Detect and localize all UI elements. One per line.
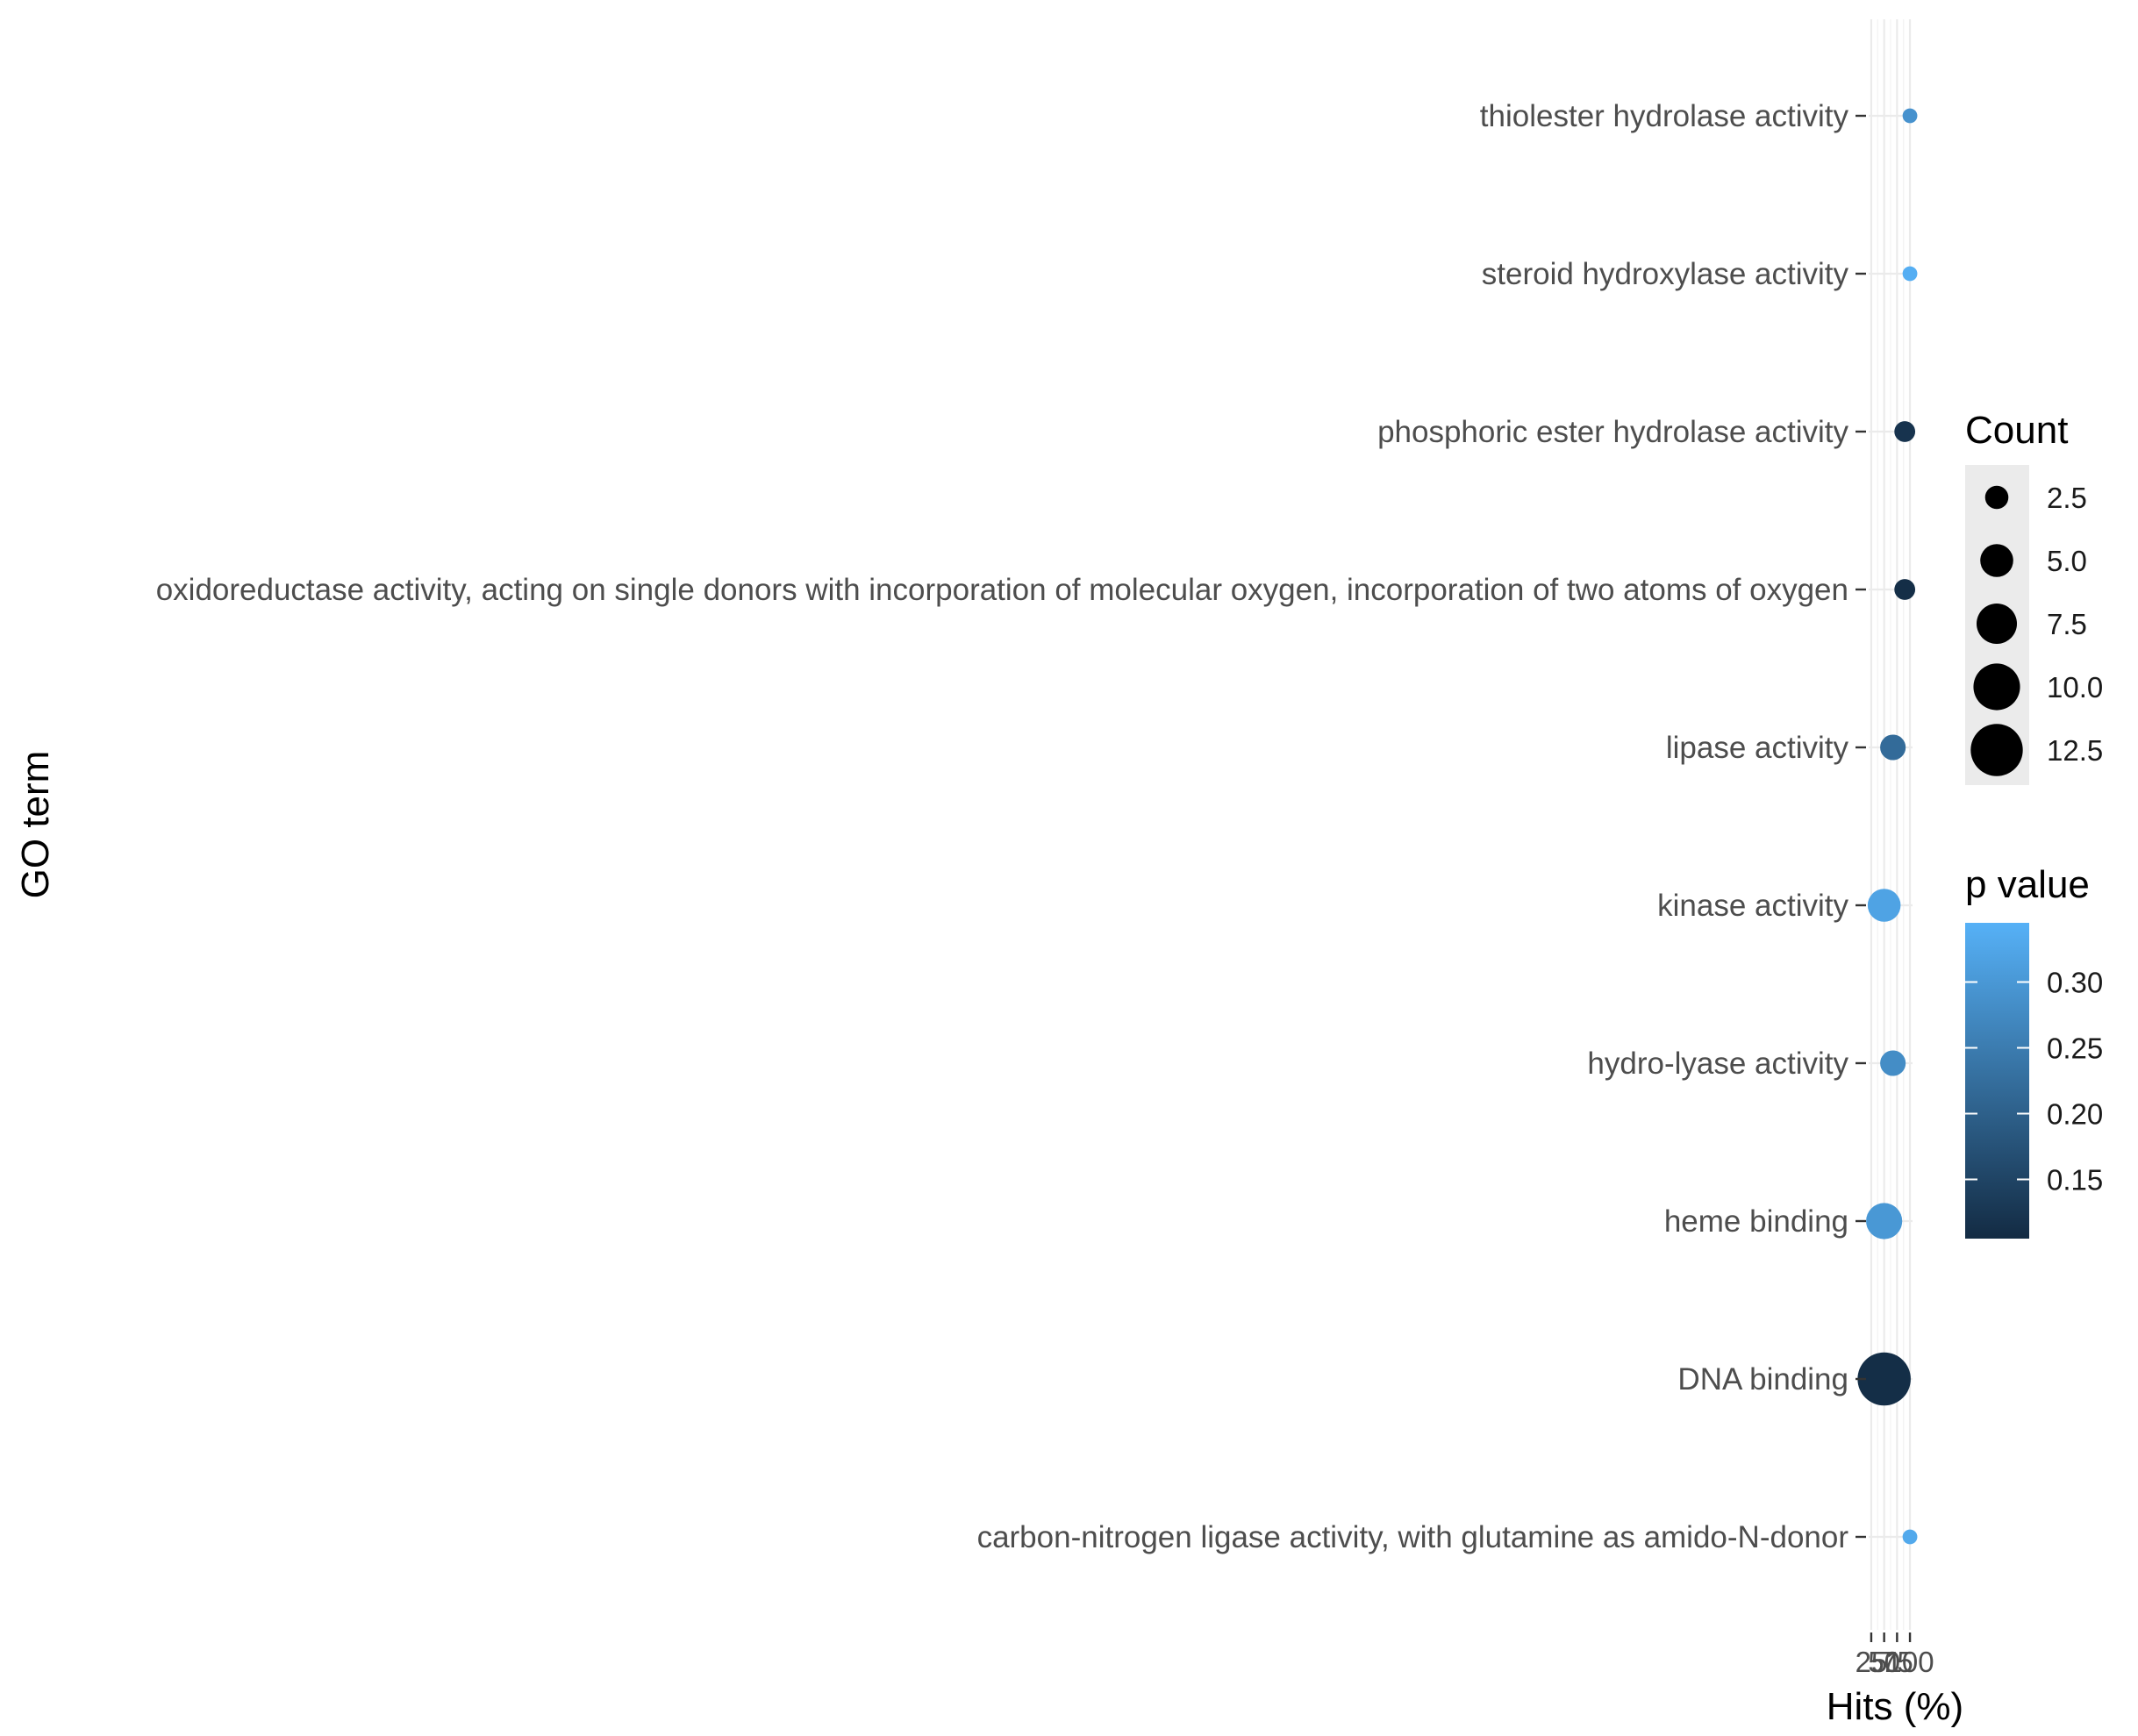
count-legend-label: 5.0 [2047,545,2087,577]
p-value-legend-label: 0.15 [2047,1164,2103,1197]
count-legend-key [1980,544,2013,577]
count-legend-title: Count [1965,409,2068,452]
data-point [1902,1529,1918,1545]
p-value-color-legend: p value 0.15 0.20 0.25 0.30 [1965,863,2103,1239]
p-value-legend-label: 0.25 [2047,1032,2103,1065]
y-tick-label: oxidoreductase activity, acting on singl… [156,573,1848,607]
y-tick-label: DNA binding [1677,1362,1848,1397]
y-tick-label: thiolester hydrolase activity [1480,99,1849,133]
count-legend-label: 10.0 [2047,671,2103,704]
p-value-legend-label: 0.20 [2047,1098,2103,1131]
data-points [1857,108,1918,1545]
count-legend-key [1973,663,2020,711]
data-point [1894,421,1916,442]
data-point [1880,1050,1906,1076]
y-tick-label: phosphoric ester hydrolase activity [1377,415,1848,449]
y-tick-label: steroid hydroxylase activity [1482,257,1849,291]
y-tick-label: lipase activity [1666,731,1849,765]
data-point [1902,108,1918,124]
count-legend-key [1970,724,2023,776]
p-value-colorbar [1965,923,2029,1239]
data-point [1867,889,1901,922]
count-legend-label: 2.5 [2047,482,2087,514]
p-value-legend-label: 0.30 [2047,967,2103,999]
go-term-dot-plot: carbon-nitrogen ligase activity, with gl… [14,19,2103,1728]
data-point [1866,1203,1903,1239]
y-axis: carbon-nitrogen ligase activity, with gl… [156,99,1866,1554]
x-axis: 255075100 [1856,1632,1934,1678]
x-tick-label: 100 [1886,1646,1934,1678]
count-size-legend: Count 2.5 5.0 7.5 10.0 12.5 [1965,409,2103,785]
y-axis-title: GO term [14,751,57,899]
p-value-legend-title: p value [1965,863,2090,906]
y-tick-label: kinase activity [1657,889,1848,923]
data-point [1902,266,1918,282]
count-legend-label: 7.5 [2047,608,2087,640]
x-axis-title: Hits (%) [1827,1685,1963,1728]
data-point [1894,579,1916,600]
count-legend-key [1976,603,2018,645]
y-tick-label: carbon-nitrogen ligase activity, with gl… [977,1520,1849,1554]
count-legend-label: 12.5 [2047,734,2103,767]
data-point [1880,734,1906,761]
count-legend-key [1984,485,2009,510]
y-tick-label: hydro-lyase activity [1587,1047,1848,1081]
y-tick-label: heme binding [1664,1204,1848,1239]
